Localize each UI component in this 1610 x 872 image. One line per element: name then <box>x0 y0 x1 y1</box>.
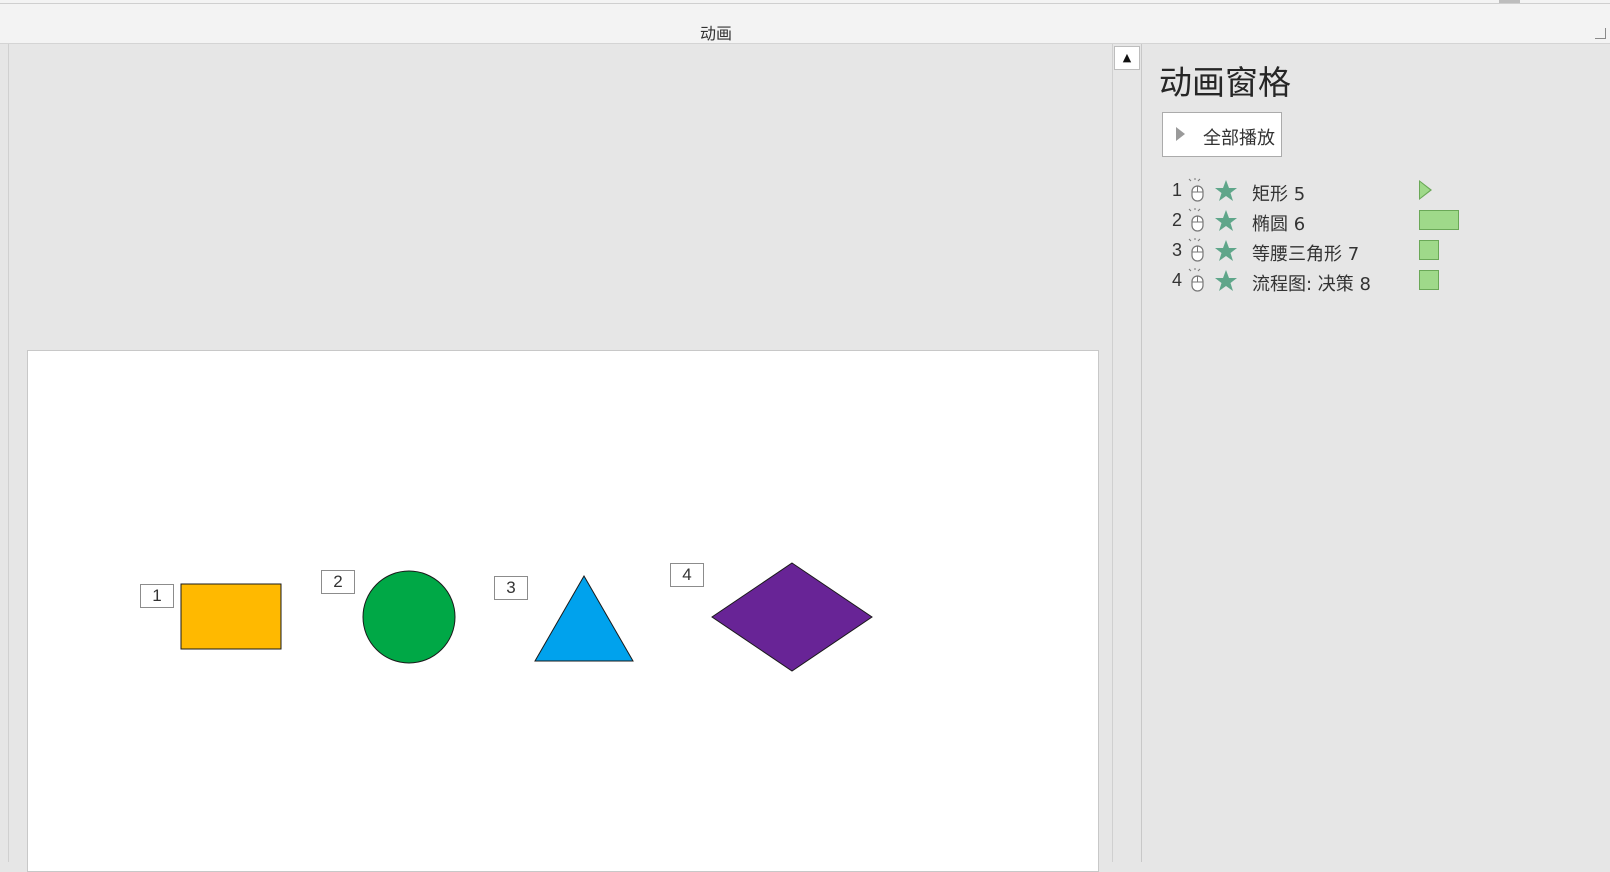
play-icon <box>1176 127 1185 141</box>
animation-name: 椭圆 6 <box>1252 214 1306 235</box>
star-icon <box>1215 180 1237 201</box>
star-icon <box>1215 240 1237 261</box>
slide-editor: 1 2 3 4 <box>9 44 1111 872</box>
rectangle-shape[interactable] <box>180 583 282 650</box>
ellipse-shape[interactable] <box>362 570 456 664</box>
dialog-launcher-icon[interactable] <box>1595 28 1606 39</box>
animation-index: 2 <box>1172 210 1183 230</box>
ribbon-animation-group: 动画 <box>0 4 1610 44</box>
animation-name: 等腰三角形 7 <box>1252 244 1360 265</box>
diamond-shape[interactable] <box>711 562 873 672</box>
animation-tag-3[interactable]: 3 <box>494 576 528 600</box>
animation-item[interactable]: 1 矩形 5 <box>1172 176 1602 206</box>
mouse-click-icon <box>1188 208 1204 232</box>
animation-name: 流程图: 决策 8 <box>1252 274 1371 295</box>
left-edge <box>0 44 9 862</box>
mouse-click-icon <box>1188 238 1204 262</box>
timeline-start-icon <box>1419 180 1432 200</box>
animation-item[interactable]: 2 椭圆 6 <box>1172 206 1602 236</box>
timeline-bar[interactable] <box>1419 240 1439 260</box>
star-icon <box>1215 270 1237 291</box>
play-all-button[interactable]: 全部播放 <box>1162 112 1282 157</box>
animation-pane: 动画窗格 全部播放 1 矩形 5 2 椭圆 6 3 等腰三角形 7 4 流程图:… <box>1142 44 1610 862</box>
animation-tag-1[interactable]: 1 <box>140 584 174 608</box>
animation-tag-4[interactable]: 4 <box>670 563 704 587</box>
timeline-bar[interactable] <box>1419 210 1459 230</box>
play-all-label: 全部播放 <box>1203 128 1275 149</box>
timeline-bar[interactable] <box>1419 270 1439 290</box>
animation-tag-2[interactable]: 2 <box>321 570 355 594</box>
scroll-nub[interactable] <box>1499 0 1520 3</box>
triangle-shape[interactable] <box>534 574 634 662</box>
animation-index: 4 <box>1172 270 1183 290</box>
animation-index: 1 <box>1172 180 1183 200</box>
animation-index: 3 <box>1172 240 1183 260</box>
scroll-up-button[interactable]: ▲ <box>1114 46 1140 70</box>
ribbon-group-label: 动画 <box>700 24 733 43</box>
vertical-scrollbar[interactable]: ▲ <box>1112 44 1142 862</box>
animation-list: 1 矩形 5 2 椭圆 6 3 等腰三角形 7 4 流程图: 决策 8 <box>1172 176 1602 296</box>
animation-item[interactable]: 3 等腰三角形 7 <box>1172 236 1602 266</box>
slide-shapes <box>180 562 873 672</box>
slide-canvas[interactable]: 1 2 3 4 <box>27 350 1099 872</box>
animation-name: 矩形 5 <box>1252 184 1306 205</box>
animation-item[interactable]: 4 流程图: 决策 8 <box>1172 266 1602 296</box>
mouse-click-icon <box>1188 178 1204 202</box>
star-icon <box>1215 210 1237 231</box>
pane-title: 动画窗格 <box>1159 63 1291 102</box>
mouse-click-icon <box>1188 268 1204 292</box>
